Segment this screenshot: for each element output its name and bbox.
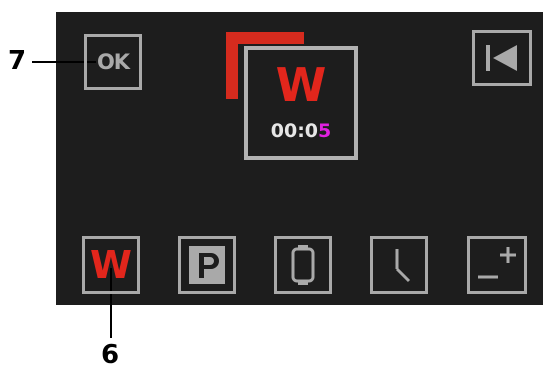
callout-number-6: 6 [101, 340, 120, 370]
plus-minus-icon [478, 247, 516, 279]
mode-button-p[interactable] [178, 236, 236, 294]
p-badge-icon [189, 246, 225, 284]
mode-button-w[interactable]: W [82, 236, 140, 294]
program-time-prefix: 00:0 [270, 120, 319, 142]
adjust-button[interactable] [467, 236, 527, 294]
ok-button-label: OK [96, 50, 130, 74]
skip-back-icon [486, 45, 517, 71]
program-timer: 00:05 [244, 120, 358, 142]
program-time-highlight: 5 [318, 120, 332, 142]
clock-button[interactable] [370, 236, 428, 294]
ok-button[interactable]: OK [84, 34, 142, 90]
callout-number-7: 7 [8, 46, 27, 76]
back-button[interactable] [472, 30, 532, 86]
clock-icon [395, 249, 411, 283]
program-letter: W [275, 58, 327, 112]
timer-button[interactable] [274, 236, 332, 294]
mode-w-label: W [90, 243, 132, 287]
watch-icon [291, 245, 315, 285]
active-indicator-left [226, 32, 238, 99]
